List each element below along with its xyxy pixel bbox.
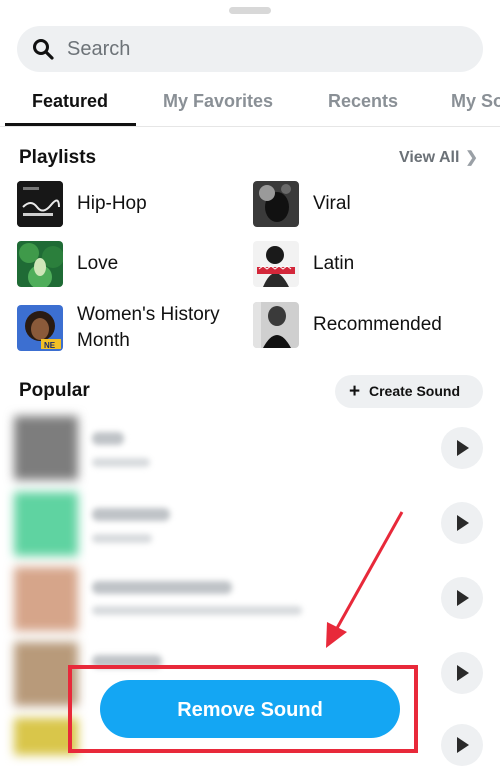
annotation-arrow [326,511,404,648]
